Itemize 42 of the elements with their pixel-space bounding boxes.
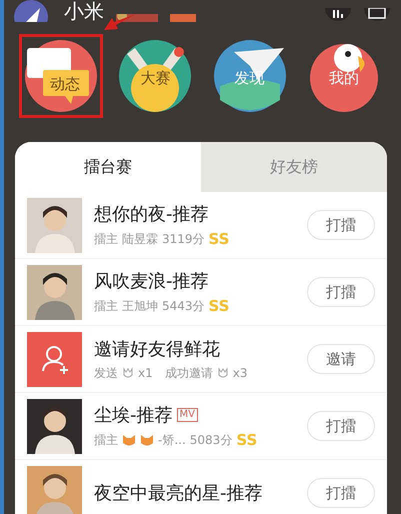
owner-name: 王旭坤 [122,298,158,314]
challenge-button[interactable]: 打擂 [307,210,375,240]
level-badge-icon [116,14,158,22]
chat-bubbles-icon [25,40,98,112]
score: 5443分 [162,298,205,314]
challenge-button[interactable]: 打擂 [307,478,375,508]
shortcut-button[interactable]: 大赛 [113,34,198,118]
shortcut-button[interactable]: 动态 [19,34,104,118]
flower-badge-icon [170,14,196,22]
shortcut-button[interactable]: 我的 [302,34,386,118]
challenge-button[interactable]: 打擂 [307,411,375,441]
song-title: 尘埃-推荐 [94,404,172,427]
invite-friend-icon [27,332,82,386]
challenge-button[interactable]: 打擂 [307,277,375,307]
send-count: x1 [138,366,153,380]
score: 3119分 [162,230,205,248]
rank-label: SS [208,230,230,248]
song-title: 夜空中最亮的星-推荐 [94,482,262,505]
success-label: 成功邀请 [164,364,213,382]
song-title: 风吹麦浪-推荐 [94,270,208,293]
owner-name: -矫... [158,432,186,448]
role-label: 擂主 [94,298,118,314]
paper-plane-icon [214,40,286,112]
mail-icon[interactable] [363,8,391,22]
send-label: 发送 [94,364,118,382]
medal-icon [119,40,192,112]
owner-name: 陆昱霖 [122,230,158,248]
score: 5083分 [190,432,232,448]
invite-button[interactable]: 邀请 [307,344,375,374]
success-count: x3 [232,366,248,380]
cat-icon [140,434,154,446]
bar-chart-icon[interactable] [325,8,351,22]
shortcut-button[interactable]: 发现 [208,34,292,118]
role-label: 擂主 [94,230,118,248]
row-title: 邀请好友得鲜花 [94,338,220,360]
role-label: 擂主 [94,432,118,448]
rank-label: SS [208,297,230,315]
username: 小米 [64,0,104,22]
mv-tag: MV [176,408,198,422]
song-title: 想你的夜-推荐 [94,203,208,226]
rank-label: SS [236,431,258,449]
cat-icon [122,434,136,446]
